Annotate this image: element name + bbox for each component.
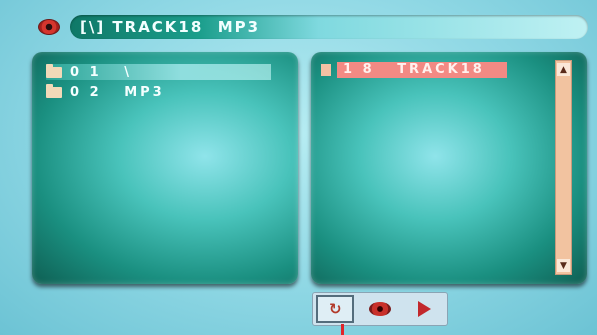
disc-button[interactable] (361, 295, 399, 323)
repeat-icon: ↻ (329, 300, 342, 318)
repeat-button[interactable]: ↻ (316, 295, 355, 323)
focus-pointer (341, 324, 344, 335)
file-item-1[interactable]: 1 8 TRACK18 (321, 62, 507, 78)
folder-item-label: 0 2 MP3 (70, 84, 165, 100)
play-icon (418, 301, 432, 317)
file-panel: 1 8 TRACK18 (311, 52, 587, 284)
disc-icon (38, 19, 60, 35)
now-playing-title: [\] TRACK18 MP3 (80, 18, 261, 36)
file-list-scrollbar[interactable]: ▲ ▼ (555, 60, 572, 275)
title-bar: [\] TRACK18 MP3 (38, 12, 588, 42)
folder-icon (46, 83, 62, 98)
disc-icon (368, 302, 391, 316)
file-item-label: 1 8 TRACK18 (337, 62, 507, 78)
scroll-down-icon[interactable]: ▼ (557, 259, 570, 272)
folder-item-1[interactable]: 0 1 \ (46, 63, 271, 80)
playback-toolbar: ↻ (312, 292, 448, 326)
play-button[interactable] (406, 295, 444, 323)
now-playing-bar: [\] TRACK18 MP3 (70, 15, 588, 39)
folder-item-label: 0 1 \ (70, 64, 132, 80)
folder-panel: 0 1 \ 0 2 MP3 (32, 52, 298, 284)
folder-icon (46, 63, 62, 78)
scroll-up-icon[interactable]: ▲ (557, 63, 570, 76)
music-file-icon (321, 64, 331, 76)
folder-item-2[interactable]: 0 2 MP3 (46, 83, 165, 100)
